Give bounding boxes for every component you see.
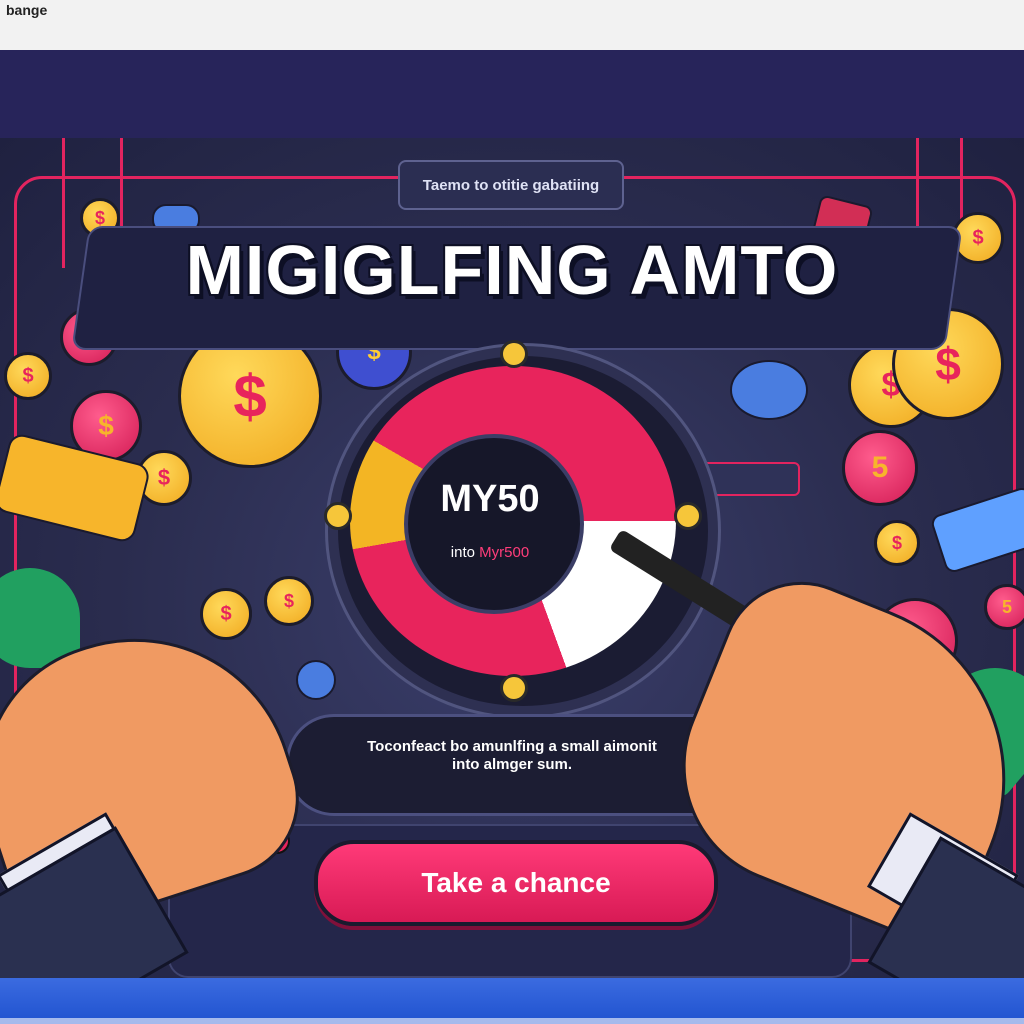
coin-icon: $ bbox=[200, 588, 252, 640]
footer-strip bbox=[0, 1018, 1024, 1024]
hero-stage: $ $ $ $ $ $ $ $ $ 5 $ 5 5 $ $ $ Taemo to… bbox=[0, 138, 1024, 978]
wheel-knob bbox=[674, 502, 702, 530]
wheel-subtitle-prefix: into bbox=[450, 544, 480, 561]
footer-bar bbox=[0, 978, 1024, 1024]
wheel-knob bbox=[500, 674, 528, 702]
coin-icon: 5 bbox=[984, 584, 1024, 630]
brand-logo[interactable]: bange bbox=[6, 2, 47, 18]
info-line-1: Toconfeact bo amunlfing a small aimonit bbox=[367, 738, 657, 755]
coin-icon: 5 bbox=[842, 430, 918, 506]
nav-band bbox=[0, 50, 1024, 138]
wheel-knob bbox=[500, 340, 528, 368]
prize-wheel-hub[interactable] bbox=[404, 434, 584, 614]
coin-icon: $ bbox=[264, 576, 314, 626]
wheel-knob bbox=[324, 502, 352, 530]
wheel-amount: MY50 bbox=[440, 478, 540, 520]
coin-icon: $ bbox=[4, 352, 52, 400]
info-text: Toconfeact bo amunlfing a small aimonit … bbox=[300, 738, 724, 774]
top-bar: bange bbox=[0, 0, 1024, 51]
take-a-chance-button[interactable]: Take a chance bbox=[314, 840, 718, 926]
badge-icon bbox=[730, 360, 808, 420]
building-sign bbox=[700, 462, 800, 496]
coin-icon: $ bbox=[874, 520, 920, 566]
wheel-subtitle-highlight: Myr500 bbox=[479, 544, 530, 561]
page-title: MIGIGLFING AMTO bbox=[185, 231, 839, 309]
info-line-2: into almger sum. bbox=[451, 756, 573, 773]
gem-icon bbox=[296, 660, 336, 700]
kicker-label: Taemo to otitie gabatiing bbox=[398, 160, 624, 210]
wheel-subtitle: into Myr500 bbox=[404, 544, 576, 561]
